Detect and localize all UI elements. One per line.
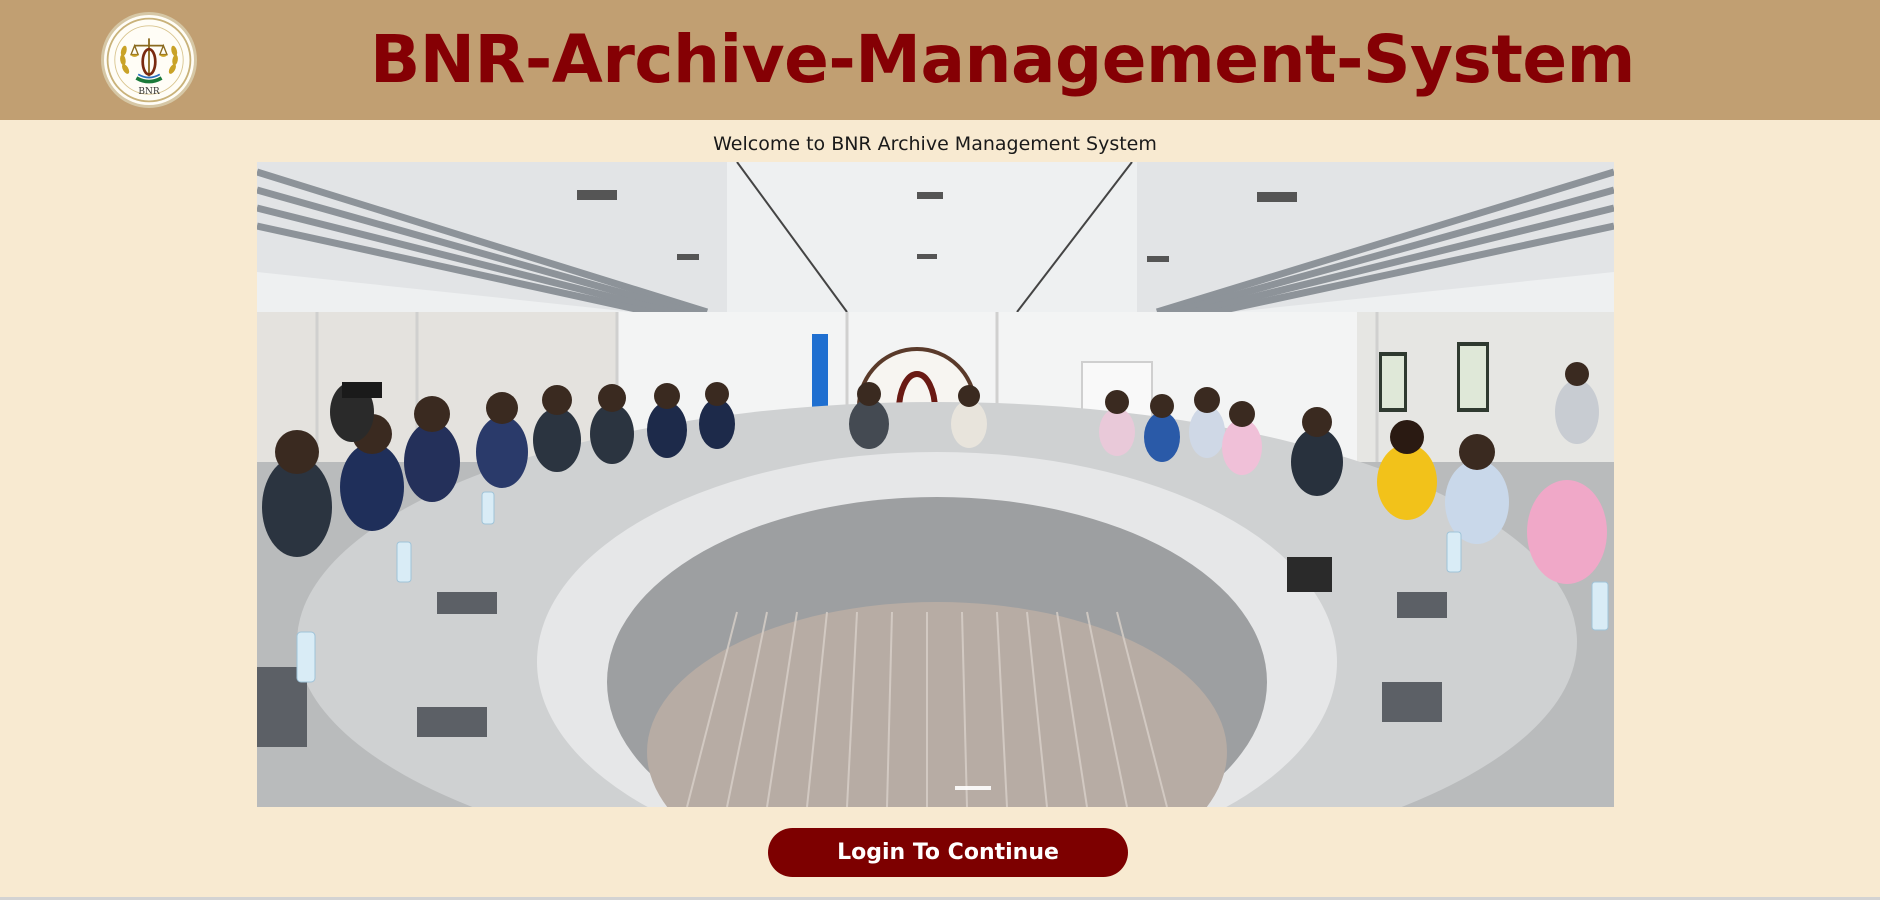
logo-text: BNR (138, 87, 159, 97)
boardroom-photo (257, 162, 1614, 807)
bnr-logo-icon: BNR (101, 12, 197, 108)
login-button[interactable]: Login To Continue (768, 828, 1128, 877)
hero-image (257, 162, 1614, 807)
welcome-message: Welcome to BNR Archive Management System (713, 133, 1157, 155)
app-header: BNR BNR-Archive-Management-System (0, 0, 1880, 120)
carousel-indicator[interactable] (955, 786, 991, 790)
app-title: BNR-Archive-Management-System (370, 21, 1635, 98)
